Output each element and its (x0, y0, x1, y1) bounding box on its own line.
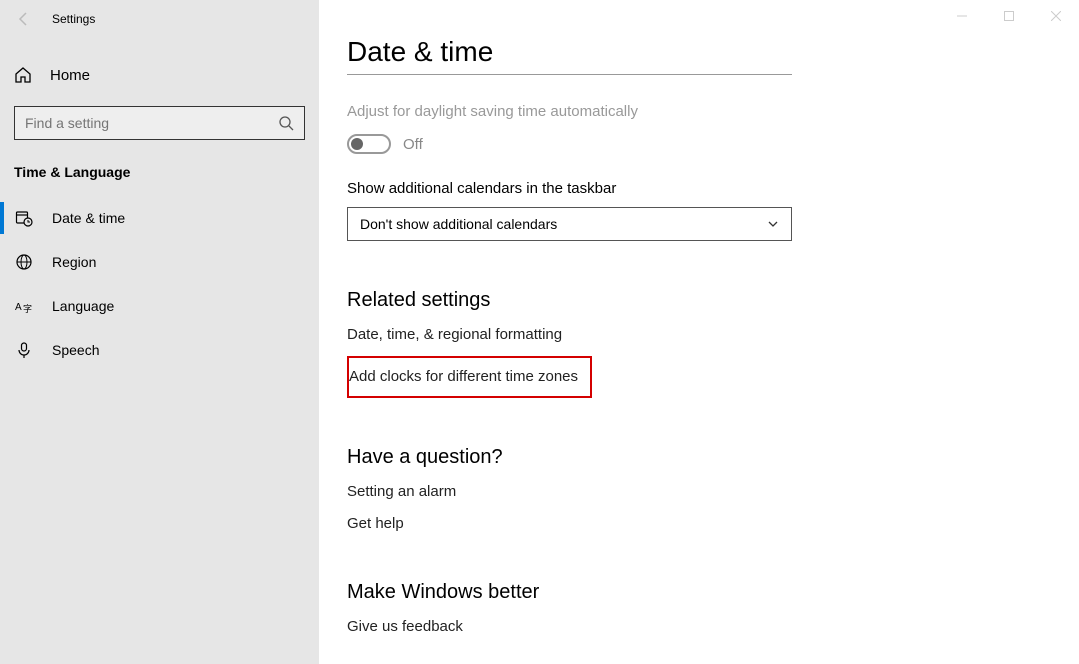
svg-text:字: 字 (23, 303, 32, 314)
minimize-button[interactable] (939, 0, 986, 32)
have-a-question-heading: Have a question? (347, 446, 1079, 469)
nav-date-time[interactable]: Date & time (0, 196, 319, 240)
titlebar: Settings (0, 0, 319, 38)
main-content: Date & time Adjust for daylight saving t… (319, 0, 1079, 664)
home-icon (14, 66, 32, 84)
link-give-us-feedback[interactable]: Give us feedback (347, 618, 463, 635)
close-button[interactable] (1032, 0, 1079, 32)
home-label: Home (50, 67, 90, 84)
search-box[interactable] (14, 106, 305, 140)
microphone-icon (14, 341, 34, 359)
window-controls (939, 0, 1079, 32)
category-heading: Time & Language (0, 140, 319, 188)
calendar-clock-icon (14, 209, 34, 227)
toggle-knob (351, 138, 363, 150)
maximize-button[interactable] (986, 0, 1033, 32)
arrow-left-icon (16, 11, 32, 27)
make-windows-better-heading: Make Windows better (347, 581, 1079, 604)
chevron-down-icon (767, 218, 779, 230)
dropdown-value: Don't show additional calendars (360, 216, 557, 232)
home-nav[interactable]: Home (0, 54, 319, 96)
additional-calendars-dropdown[interactable]: Don't show additional calendars (347, 207, 792, 241)
minimize-icon (957, 11, 967, 21)
language-icon: A字 (14, 297, 34, 315)
link-setting-an-alarm[interactable]: Setting an alarm (347, 483, 456, 500)
nav-item-label: Language (52, 298, 114, 314)
back-button[interactable] (0, 0, 48, 38)
nav-item-label: Date & time (52, 210, 125, 226)
nav-list: Date & time Region A字 Language Speech (0, 196, 319, 372)
app-title: Settings (52, 12, 95, 26)
svg-text:A: A (15, 302, 22, 313)
nav-region[interactable]: Region (0, 240, 319, 284)
page-title: Date & time (347, 36, 792, 75)
dst-label: Adjust for daylight saving time automati… (347, 103, 1079, 120)
nav-language[interactable]: A字 Language (0, 284, 319, 328)
search-input[interactable] (15, 107, 304, 139)
link-get-help[interactable]: Get help (347, 515, 404, 532)
globe-icon (14, 253, 34, 271)
nav-item-label: Speech (52, 342, 99, 358)
maximize-icon (1004, 11, 1014, 21)
nav-item-label: Region (52, 254, 96, 270)
close-icon (1051, 11, 1061, 21)
link-add-clocks[interactable]: Add clocks for different time zones (349, 368, 578, 385)
sidebar: Settings Home Time & Language Date & (0, 0, 319, 664)
related-settings-heading: Related settings (347, 289, 1079, 312)
nav-speech[interactable]: Speech (0, 328, 319, 372)
additional-calendars-label: Show additional calendars in the taskbar (347, 180, 1079, 197)
dst-toggle[interactable] (347, 134, 391, 154)
highlight-annotation: Add clocks for different time zones (347, 356, 592, 398)
search-icon (278, 115, 294, 131)
link-date-time-regional-formatting[interactable]: Date, time, & regional formatting (347, 326, 562, 343)
dst-state: Off (403, 136, 423, 153)
